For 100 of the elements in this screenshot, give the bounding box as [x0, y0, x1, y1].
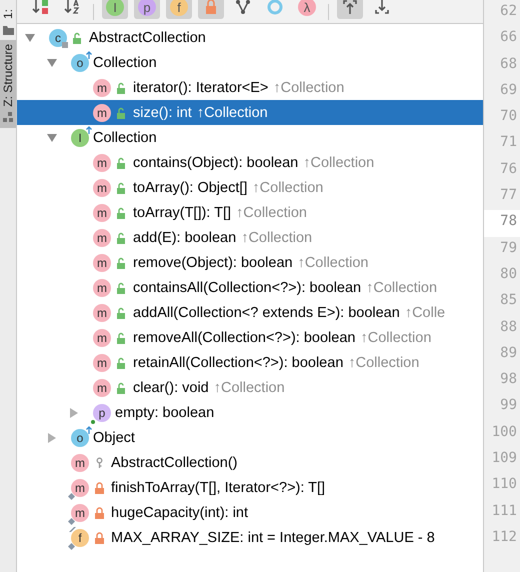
tree-row[interactable]: m clear(): void ↑Collection	[17, 375, 483, 400]
up-arrow-icon	[86, 50, 92, 58]
up-arrow-icon	[86, 426, 92, 434]
node-label: clear(): void	[133, 380, 209, 396]
tree-row[interactable]: m remove(Object): boolean ↑Collection	[17, 250, 483, 275]
inherited-from-label: ↑Collection	[366, 280, 438, 296]
tree-row[interactable]: p empty: boolean	[17, 400, 483, 425]
sort-alphabetically-icon	[63, 0, 81, 16]
method-icon: m	[93, 178, 111, 196]
tree-row[interactable]: m iterator(): Iterator<E> ↑Collection	[17, 75, 483, 100]
node-label: MAX_ARRAY_SIZE: int = Integer.MAX_VALUE - 8	[111, 530, 435, 546]
interface-icon: I	[71, 128, 89, 146]
filter-button[interactable]: I	[102, 0, 128, 19]
tree-row[interactable]: m addAll(Collection<? extends E>): boolean ↑Colle	[17, 300, 483, 325]
tree-row[interactable]: o Object	[17, 425, 483, 450]
autoscroll-from-source-button[interactable]	[337, 0, 363, 19]
filter-button[interactable]: f	[166, 0, 192, 19]
tree-row[interactable]: m size(): int ↑Collection	[17, 100, 483, 125]
line-number: 79	[499, 238, 518, 258]
autoscroll-from-source-icon	[341, 0, 359, 16]
inherited-from-label: ↑Collection	[303, 154, 374, 170]
line-number: 62	[499, 2, 518, 21]
folder-icon	[2, 23, 14, 36]
collapsed-arrow-icon[interactable]	[69, 408, 79, 418]
line-number: 100	[490, 422, 518, 442]
method-icon: m	[71, 478, 89, 496]
tree-row[interactable]: f MAX_ARRAY_SIZE: int = Integer.MAX_VALUE - 8	[17, 525, 483, 550]
tool-window-tab[interactable]: 1:	[0, 0, 16, 40]
tree-row[interactable]: m toArray(): Object[] ↑Collection	[17, 175, 483, 200]
tree-row[interactable]: I Collection	[17, 125, 483, 150]
line-number: 70	[499, 107, 518, 126]
line-number: 109	[490, 449, 518, 468]
autoscroll-to-source-icon	[373, 0, 391, 16]
line-number: 110	[490, 475, 518, 494]
node-label: remove(Object): boolean	[133, 254, 293, 270]
node-label: addAll(Collection<? extends E>): boolean	[133, 304, 400, 320]
up-arrow-icon	[86, 126, 92, 134]
tool-window-tab[interactable]: Z: Structure	[0, 40, 16, 128]
method-icon: m	[93, 154, 111, 172]
method-icon: m	[93, 354, 111, 372]
expanded-arrow-icon[interactable]	[47, 132, 57, 142]
sort-by-visibility-icon	[31, 0, 49, 16]
method-icon: m	[93, 78, 111, 96]
inherited-from-label: ↑Collection	[252, 180, 324, 196]
inherited-from-label: ↑Colle	[404, 304, 446, 320]
method-icon: m	[93, 304, 111, 322]
tree-row[interactable]: m removeAll(Collection<?>): boolean ↑Collection	[17, 325, 483, 350]
line-number: 99	[499, 396, 518, 416]
tree-row[interactable]: m AbstractCollection()	[17, 450, 483, 475]
tree-row[interactable]: m contains(Object): boolean ↑Collection	[17, 150, 483, 175]
node-label: toArray(): Object[]	[133, 180, 248, 196]
line-number: 77	[499, 186, 518, 206]
line-number: 88	[499, 318, 518, 337]
tree-row[interactable]: m hugeCapacity(int): int	[17, 500, 483, 525]
inherited-from-label: ↑Collection	[241, 230, 312, 246]
node-label: Collection	[93, 130, 157, 146]
method-icon: m	[93, 228, 111, 246]
property-icon: p	[93, 404, 111, 422]
line-number: 89	[499, 344, 518, 363]
expanded-arrow-icon[interactable]	[47, 58, 57, 68]
method-icon: m	[93, 278, 111, 296]
tree-row[interactable]: m toArray(T[]): T[] ↑Collection	[17, 200, 483, 225]
method-icon: m	[93, 378, 111, 396]
node-label: containsAll(Collection<?>): boolean	[133, 280, 362, 296]
tree-row[interactable]: c AbstractCollection	[17, 25, 483, 50]
filter-button[interactable]: p	[134, 0, 160, 19]
line-number: 68	[499, 54, 518, 74]
node-label: retainAll(Collection<?>): boolean	[133, 354, 344, 370]
line-number: 111	[490, 502, 518, 521]
line-number: 76	[499, 160, 518, 179]
collapsed-arrow-icon[interactable]	[47, 432, 57, 442]
ring-icon	[266, 0, 284, 16]
inherited-from-label: ↑Collection	[214, 380, 285, 396]
class-icon: c	[49, 28, 67, 46]
hierarchy-icon	[234, 0, 252, 16]
node-label: AbstractCollection	[89, 30, 206, 46]
method-icon: m	[93, 328, 111, 346]
line-number: 98	[499, 370, 518, 390]
node-label: add(E): boolean	[133, 230, 236, 246]
inherited-from-label: ↑Collection	[273, 80, 344, 96]
method-icon: m	[71, 504, 89, 522]
method-icon: m	[93, 104, 111, 122]
node-label: AbstractCollection()	[111, 454, 238, 470]
inherited-from-label: ↑Collection	[236, 204, 307, 220]
object-icon: o	[71, 428, 89, 446]
node-label: finishToArray(T[], Iterator<?>): T[]	[111, 480, 326, 496]
expanded-arrow-icon[interactable]	[25, 32, 35, 42]
node-label: hugeCapacity(int): int	[111, 504, 248, 520]
node-label: removeAll(Collection<?>): boolean	[133, 330, 356, 346]
line-number: 112	[490, 528, 518, 547]
tree-row[interactable]: m containsAll(Collection<?>): boolean ↑Collection	[17, 275, 483, 300]
line-number: 78	[484, 210, 520, 237]
inherited-from-label: ↑Collection	[196, 104, 268, 120]
object-icon: o	[71, 54, 89, 72]
tree-row[interactable]: m retainAll(Collection<?>): boolean ↑Collection	[17, 350, 483, 375]
tree-row[interactable]: m finishToArray(T[], Iterator<?>): T[]	[17, 475, 483, 500]
tree-row[interactable]: o Collection	[17, 50, 483, 75]
tree-row[interactable]: m add(E): boolean ↑Collection	[17, 225, 483, 250]
inherited-from-label: ↑Collection	[360, 330, 432, 346]
line-number: 69	[499, 80, 518, 100]
